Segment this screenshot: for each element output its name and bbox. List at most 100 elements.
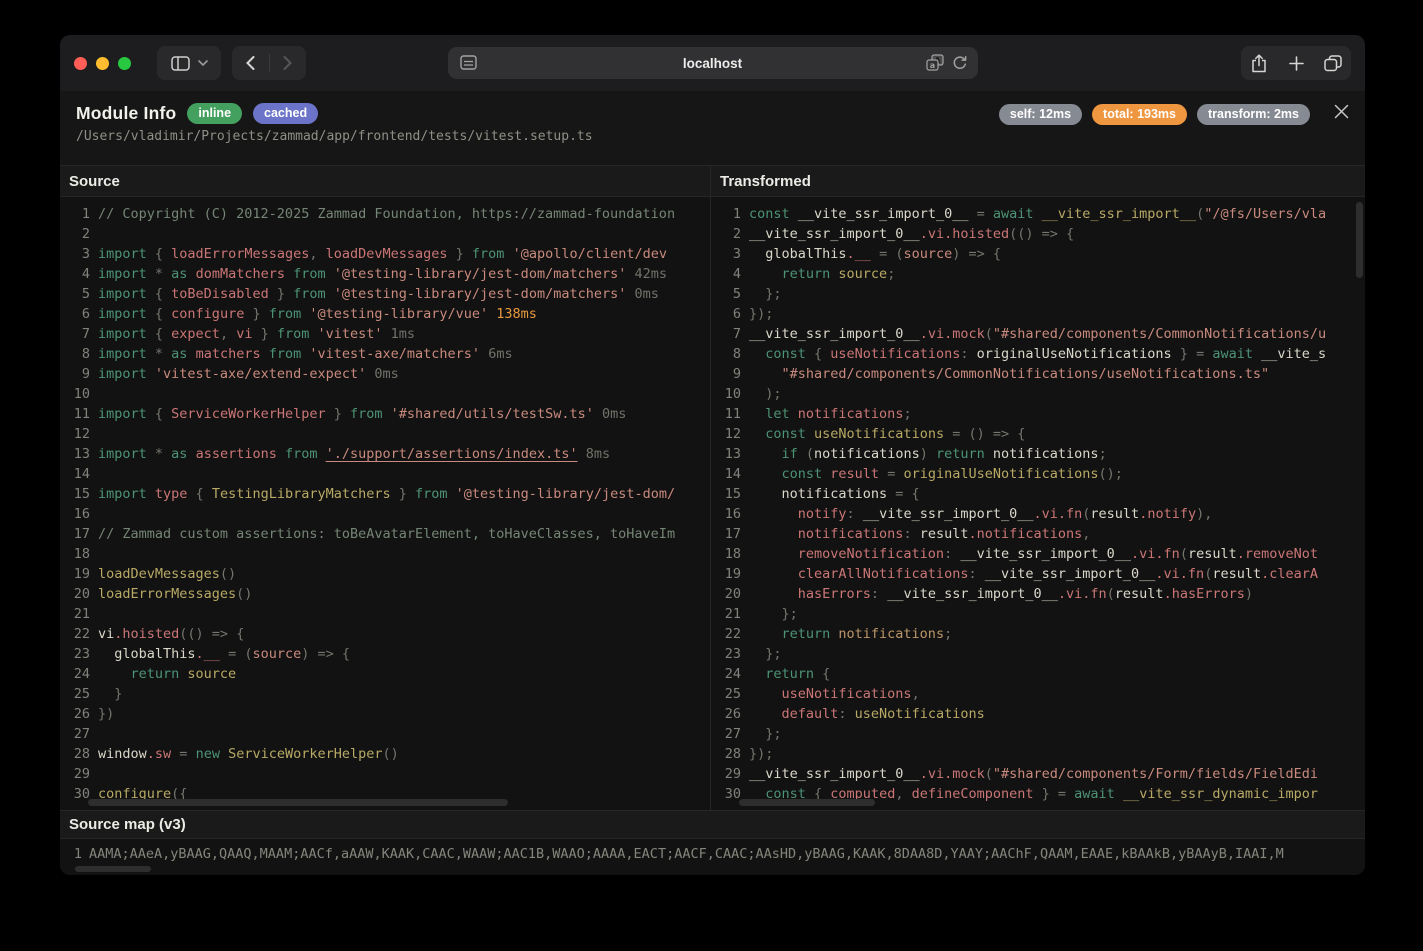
module-badges: inlinecached xyxy=(187,103,318,124)
line-number: 17 xyxy=(60,524,98,544)
code-text: notify: __vite_ssr_import_0__.vi.fn(resu… xyxy=(749,504,1212,524)
code-text: __vite_ssr_import_0__.vi.mock("#shared/c… xyxy=(749,324,1326,344)
code-line: 29__vite_ssr_import_0__.vi.mock("#shared… xyxy=(711,764,1365,784)
timing-badge: self: 12ms xyxy=(999,104,1082,125)
code-line: 8 const { useNotifications: originalUseN… xyxy=(711,344,1365,364)
code-text: }; xyxy=(749,284,782,304)
transformed-code: 1const __vite_ssr_import_0__ = await __v… xyxy=(711,197,1365,810)
line-number: 21 xyxy=(60,604,98,624)
code-text: useNotifications, xyxy=(749,684,920,704)
code-line: 3import { loadErrorMessages, loadDevMess… xyxy=(60,244,710,264)
code-line: 2__vite_ssr_import_0__.vi.hoisted(() => … xyxy=(711,224,1365,244)
code-line: 25 } xyxy=(60,684,710,704)
line-number: 29 xyxy=(711,764,749,784)
reload-icon[interactable] xyxy=(952,55,968,71)
code-line: 11 let notifications; xyxy=(711,404,1365,424)
url-text: localhost xyxy=(448,47,978,79)
line-number: 4 xyxy=(60,264,98,284)
code-text: }); xyxy=(749,304,773,324)
code-panels: Source 1// Copyright (C) 2012-2025 Zamma… xyxy=(60,166,1365,810)
code-line: 23 }; xyxy=(711,644,1365,664)
code-line: 3 globalThis.__ = (source) => { xyxy=(711,244,1365,264)
back-button[interactable] xyxy=(232,46,269,80)
toolbar-right-buttons xyxy=(1241,46,1351,80)
code-line: 15import type { TestingLibraryMatchers }… xyxy=(60,484,710,504)
code-line: 2 xyxy=(60,224,710,244)
line-number: 6 xyxy=(711,304,749,324)
vertical-scrollbar-thumb-transformed[interactable] xyxy=(1356,202,1363,278)
source-panel-title: Source xyxy=(60,166,710,197)
sidebar-icon xyxy=(171,56,190,71)
code-line: 1const __vite_ssr_import_0__ = await __v… xyxy=(711,204,1365,224)
minimize-window-button[interactable] xyxy=(96,57,109,70)
transformed-panel-title: Transformed xyxy=(711,166,1365,197)
line-number: 12 xyxy=(60,424,98,444)
page-title: Module Info xyxy=(76,103,176,124)
browser-titlebar: localhost A a xyxy=(60,35,1365,91)
code-line: 18 removeNotification: __vite_ssr_import… xyxy=(711,544,1365,564)
forward-button[interactable] xyxy=(270,46,307,80)
code-text: const useNotifications = () => { xyxy=(749,424,1025,444)
code-text: import { toBeDisabled } from '@testing-l… xyxy=(98,284,659,304)
plus-icon xyxy=(1289,56,1304,71)
line-number: 20 xyxy=(60,584,98,604)
code-line: 7__vite_ssr_import_0__.vi.mock("#shared/… xyxy=(711,324,1365,344)
code-line: 15 notifications = { xyxy=(711,484,1365,504)
file-path: /Users/vladimir/Projects/zammad/app/fron… xyxy=(76,129,1349,144)
code-text: clearAllNotifications: __vite_ssr_import… xyxy=(749,564,1318,584)
line-number: 6 xyxy=(60,304,98,324)
line-number: 15 xyxy=(60,484,98,504)
code-line: 13import * as assertions from './support… xyxy=(60,444,710,464)
code-line: 12 const useNotifications = () => { xyxy=(711,424,1365,444)
line-number: 4 xyxy=(711,264,749,284)
line-number: 9 xyxy=(60,364,98,384)
sidebar-toggle-button[interactable] xyxy=(157,46,221,80)
line-number: 24 xyxy=(60,664,98,684)
horizontal-scrollbar-thumb-sourcemap[interactable] xyxy=(75,866,151,872)
line-number: 5 xyxy=(711,284,749,304)
timing-badge: transform: 2ms xyxy=(1197,104,1310,125)
url-bar[interactable]: localhost A a xyxy=(448,47,978,79)
chevron-left-icon xyxy=(246,56,255,70)
line-number: 7 xyxy=(711,324,749,344)
sourcemap-mappings: AAMA;AAeA,yBAAG,QAAQ,MAAM;AACf,aAAW,KAAK… xyxy=(89,844,1284,864)
code-text: }; xyxy=(749,604,798,624)
code-text: return notifications; xyxy=(749,624,952,644)
code-text: default: useNotifications xyxy=(749,704,985,724)
code-text: import * as assertions from './support/a… xyxy=(98,444,610,464)
code-line: 9 "#shared/components/CommonNotification… xyxy=(711,364,1365,384)
horizontal-scrollbar-thumb-transformed[interactable] xyxy=(739,799,875,806)
code-text: globalThis.__ = (source) => { xyxy=(98,644,350,664)
line-number: 9 xyxy=(711,364,749,384)
code-line: 4import * as domMatchers from '@testing-… xyxy=(60,264,710,284)
fullscreen-window-button[interactable] xyxy=(118,57,131,70)
line-number: 21 xyxy=(711,604,749,624)
code-text: window.sw = new ServiceWorkerHelper() xyxy=(98,744,399,764)
close-button[interactable] xyxy=(1334,104,1349,119)
code-line: 17 notifications: result.notifications, xyxy=(711,524,1365,544)
code-line: 22vi.hoisted(() => { xyxy=(60,624,710,644)
code-line: 28window.sw = new ServiceWorkerHelper() xyxy=(60,744,710,764)
code-text: import { ServiceWorkerHelper } from '#sh… xyxy=(98,404,626,424)
tab-overview-button[interactable] xyxy=(1314,46,1351,80)
line-number: 11 xyxy=(711,404,749,424)
share-button[interactable] xyxy=(1241,46,1278,80)
line-number: 24 xyxy=(711,664,749,684)
code-text: let notifications; xyxy=(749,404,912,424)
new-tab-button[interactable] xyxy=(1278,46,1315,80)
module-badge: inline xyxy=(187,103,242,124)
code-line: 8import * as matchers from 'vitest-axe/m… xyxy=(60,344,710,364)
line-number: 23 xyxy=(711,644,749,664)
transformed-panel: Transformed 1const __vite_ssr_import_0__… xyxy=(711,166,1365,810)
line-number: 10 xyxy=(711,384,749,404)
line-number: 3 xyxy=(711,244,749,264)
line-number: 3 xyxy=(60,244,98,264)
translate-icon[interactable]: A a xyxy=(926,54,944,71)
code-line: 21 }; xyxy=(711,604,1365,624)
line-number: 19 xyxy=(60,564,98,584)
code-text: // Zammad custom assertions: toBeAvatarE… xyxy=(98,524,675,544)
close-window-button[interactable] xyxy=(74,57,87,70)
source-code: 1// Copyright (C) 2012-2025 Zammad Found… xyxy=(60,197,710,810)
horizontal-scrollbar-thumb-source[interactable] xyxy=(88,799,508,806)
line-number: 1 xyxy=(711,204,749,224)
